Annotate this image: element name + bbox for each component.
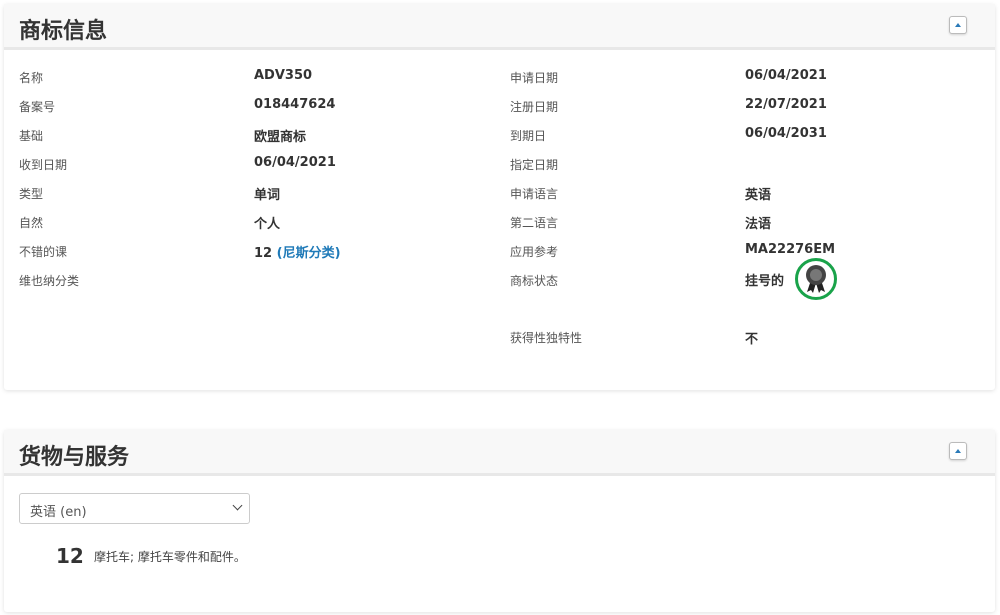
field-label: 自然	[19, 216, 44, 230]
field-label: 名称	[19, 71, 44, 85]
nice-class-number: 12	[254, 246, 273, 261]
collapse-button[interactable]	[949, 442, 967, 460]
field-label: 基础	[19, 129, 44, 143]
field-value: 06/04/2021	[254, 155, 336, 170]
trademark-info-panel: 商标信息 名称 ADV350 备案号 018447624 基础 欧盟商标 收到日…	[4, 4, 995, 390]
field-value: 个人	[254, 217, 281, 232]
award-ribbon-icon	[806, 265, 826, 293]
panel-title: 货物与服务	[19, 445, 130, 470]
field-value: 018447624	[254, 97, 336, 112]
field-label: 商标状态	[510, 274, 559, 288]
panel-header: 货物与服务	[4, 430, 995, 476]
status-badge	[795, 258, 837, 300]
field-value: 单词	[254, 188, 281, 203]
field-value: ADV350	[254, 68, 313, 83]
collapse-button[interactable]	[949, 16, 967, 34]
panel-header: 商标信息	[4, 4, 995, 50]
field-value: 欧盟商标	[254, 130, 307, 145]
field-label: 收到日期	[19, 158, 68, 172]
field-value: 06/04/2021	[745, 68, 827, 83]
field-label: 第二语言	[510, 216, 559, 230]
field-value: 06/04/2031	[745, 126, 827, 141]
field-value: 法语	[745, 217, 772, 232]
field-label: 不错的课	[19, 245, 68, 259]
field-label: 指定日期	[510, 158, 559, 172]
field-label: 到期日	[510, 129, 547, 143]
field-label: 类型	[19, 187, 44, 201]
goods-services-panel: 货物与服务 英语 (en) 12 摩托车; 摩托车零件和配件。	[4, 430, 995, 612]
field-label: 申请日期	[510, 71, 559, 85]
goods-description: 摩托车; 摩托车零件和配件。	[94, 550, 246, 564]
field-label: 注册日期	[510, 100, 559, 114]
chevron-down-icon	[232, 500, 243, 511]
nice-classification-link[interactable]: (尼斯分类)	[277, 246, 341, 261]
panel-title: 商标信息	[19, 19, 108, 44]
goods-class-number: 12	[56, 544, 84, 568]
field-label: 申请语言	[510, 187, 559, 201]
field-value: 22/07/2021	[745, 97, 827, 112]
field-value: 12 (尼斯分类)	[254, 242, 341, 261]
field-value: 英语	[745, 188, 772, 203]
language-select[interactable]: 英语 (en)	[19, 493, 250, 524]
status-value: 挂号的	[745, 274, 785, 289]
field-label: 获得性独特性	[510, 331, 583, 345]
language-select-value: 英语 (en)	[30, 505, 87, 520]
field-label: 备案号	[19, 100, 56, 114]
field-label: 应用参考	[510, 245, 559, 259]
field-label: 维也纳分类	[19, 274, 80, 288]
field-value: 不	[745, 332, 759, 347]
field-value: MA22276EM	[745, 242, 836, 257]
